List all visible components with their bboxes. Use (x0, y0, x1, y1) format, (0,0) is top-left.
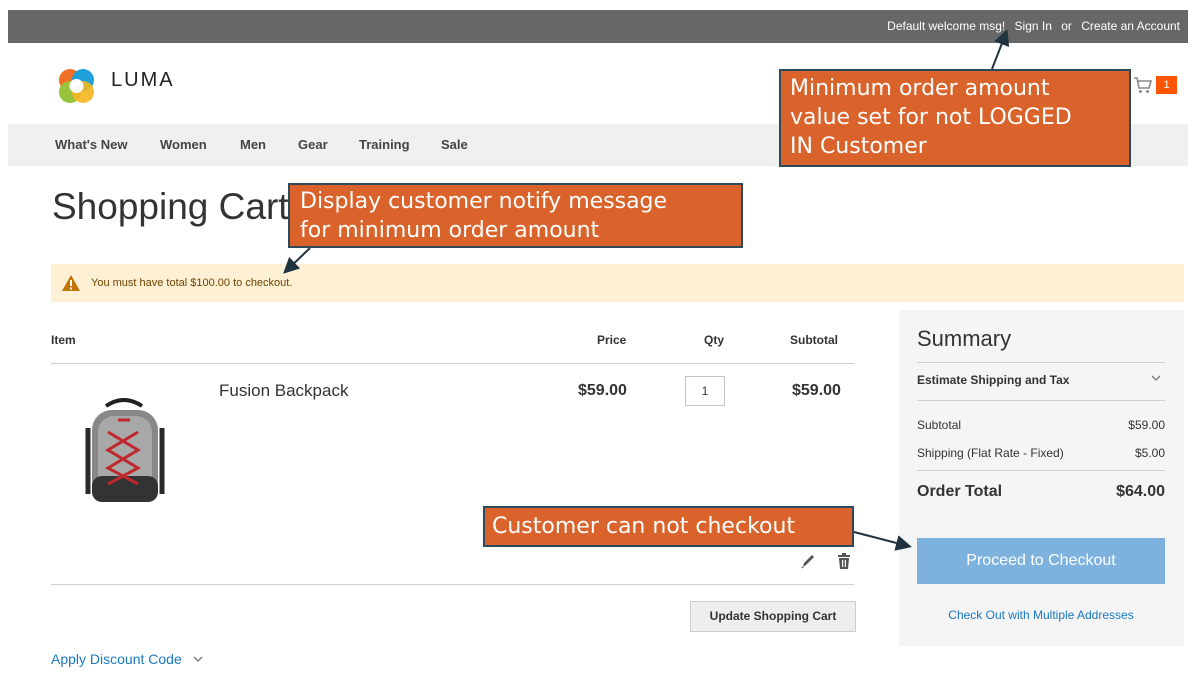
cart-count-badge[interactable]: 1 (1156, 76, 1177, 94)
header-links: Default welcome msg! Sign In or Create a… (881, 10, 1180, 43)
sign-in-link[interactable]: Sign In (1015, 19, 1052, 33)
notify-message-callout: Display customer notify message for mini… (288, 183, 743, 248)
welcome-message: Default welcome msg! (887, 19, 1006, 33)
table-header-divider (51, 363, 854, 364)
nav-item-women[interactable]: Women (160, 124, 207, 166)
cannot-checkout-callout: Customer can not checkout (483, 506, 854, 547)
top-header-bar: Default welcome msg! Sign In or Create a… (8, 10, 1188, 43)
warning-icon (62, 275, 80, 291)
nav-item-men[interactable]: Men (240, 124, 266, 166)
chevron-down-icon[interactable] (1150, 372, 1162, 386)
table-footer-divider (51, 584, 854, 585)
shipping-label: Shipping (Flat Rate - Fixed) (917, 446, 1064, 460)
summary-divider (917, 470, 1165, 471)
column-header-item: Item (51, 333, 76, 347)
apply-discount-toggle[interactable]: Apply Discount Code (51, 651, 204, 667)
multiple-addresses-link[interactable]: Check Out with Multiple Addresses (917, 608, 1165, 622)
summary-divider (917, 400, 1165, 401)
summary-divider (917, 362, 1165, 363)
column-header-qty: Qty (704, 333, 725, 347)
callout-line: Minimum order amount (790, 76, 1050, 101)
subtotal-value: $59.00 (1128, 418, 1165, 432)
luma-logo[interactable]: LUMA (55, 66, 205, 106)
trash-icon[interactable] (836, 552, 852, 570)
callout-line: for minimum order amount (300, 218, 600, 243)
page-title: Shopping Cart (52, 186, 289, 227)
apply-discount-label: Apply Discount Code (51, 651, 182, 667)
nav-item-sale[interactable]: Sale (441, 124, 468, 166)
chevron-down-icon (193, 656, 203, 662)
nav-item-gear[interactable]: Gear (298, 124, 328, 166)
estimate-shipping-toggle[interactable]: Estimate Shipping and Tax (917, 373, 1069, 387)
summary-title: Summary (917, 326, 1012, 351)
cart-icon[interactable] (1133, 76, 1153, 94)
notice-text: You must have total $100.00 to checkout. (91, 277, 293, 289)
or-text: or (1061, 19, 1072, 33)
minimum-amount-callout: Minimum order amount value set for not L… (779, 69, 1131, 167)
shipping-value: $5.00 (1134, 446, 1165, 460)
column-header-subtotal: Subtotal (790, 333, 838, 347)
callout-line: Display customer notify message (300, 189, 668, 214)
qty-input[interactable]: 1 (685, 376, 725, 406)
order-total-value: $64.00 (1116, 483, 1165, 500)
product-name-link[interactable]: Fusion Backpack (219, 381, 348, 401)
order-total-label: Order Total (917, 483, 1003, 500)
brand-name: LUMA (111, 69, 175, 91)
pencil-icon[interactable] (800, 552, 816, 570)
product-image[interactable] (78, 398, 170, 510)
update-shopping-cart-button[interactable]: Update Shopping Cart (690, 601, 856, 632)
create-account-link[interactable]: Create an Account (1081, 19, 1180, 33)
summary-shipping-row: Shipping (Flat Rate - Fixed) $5.00 (917, 446, 1165, 460)
nav-item-whats-new[interactable]: What's New (55, 124, 127, 166)
proceed-to-checkout-button[interactable]: Proceed to Checkout (917, 538, 1165, 584)
callout-line: IN Customer (790, 134, 927, 159)
order-summary-panel: Summary Estimate Shipping and Tax Subtot… (899, 310, 1184, 646)
minimum-order-notice: You must have total $100.00 to checkout. (51, 264, 1184, 302)
callout-line: value set for not LOGGED (790, 105, 1072, 130)
item-price: $59.00 (578, 382, 627, 399)
item-subtotal: $59.00 (792, 382, 841, 399)
luma-logo-icon (59, 69, 94, 103)
column-header-price: Price (597, 333, 627, 347)
nav-item-training[interactable]: Training (359, 124, 410, 166)
summary-subtotal-row: Subtotal $59.00 (917, 418, 1165, 432)
subtotal-label: Subtotal (917, 418, 962, 432)
order-total-row: Order Total $64.00 (917, 483, 1165, 501)
